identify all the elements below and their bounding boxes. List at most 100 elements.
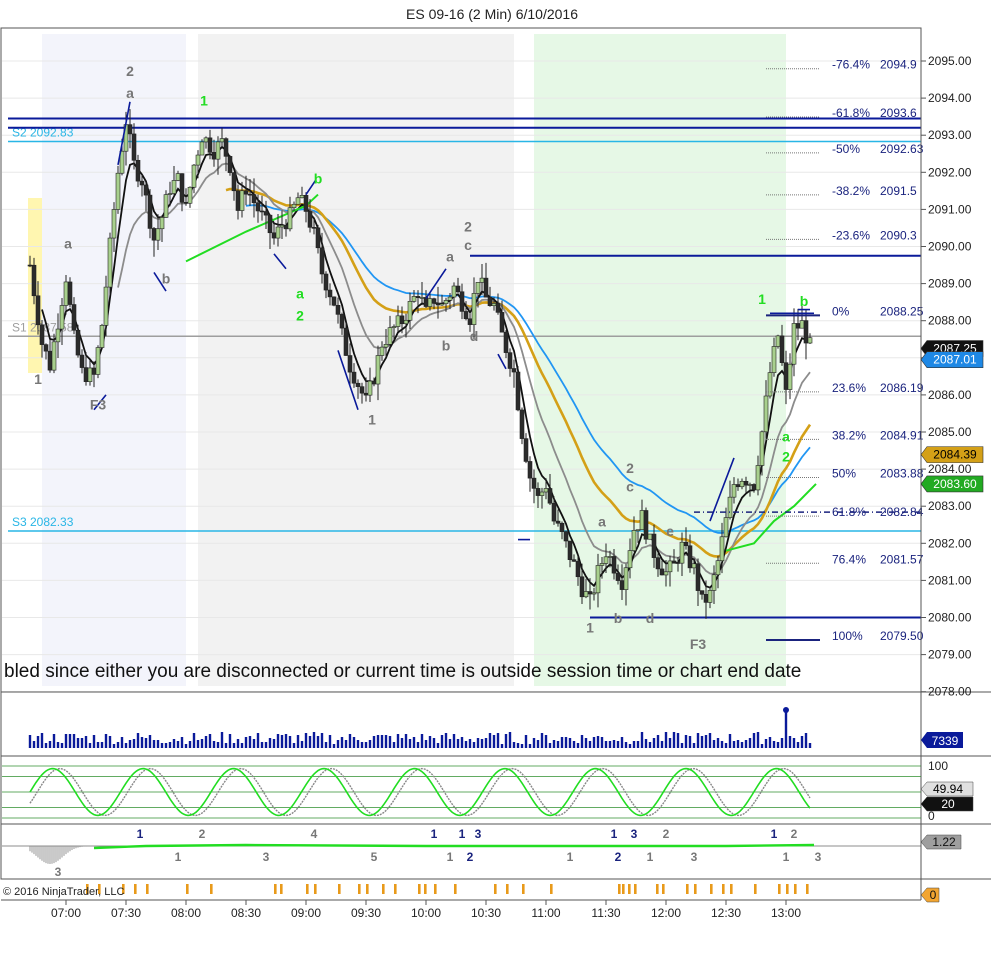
strip-marker: [618, 884, 621, 894]
strip-badge-label: 0: [930, 888, 937, 902]
fib-value: 2094.9: [880, 58, 917, 72]
candle-down: [207, 137, 213, 153]
candle-up: [403, 319, 409, 325]
volume-bar: [652, 738, 656, 748]
volume-bar: [504, 734, 508, 748]
fib-pct: 23.6%: [832, 381, 866, 395]
volume-bar: [368, 740, 372, 748]
candle-up: [279, 224, 285, 228]
volume-bar: [236, 739, 240, 748]
candle-up: [219, 138, 225, 143]
strip-marker: [778, 884, 781, 894]
candle-down: [311, 227, 317, 229]
strip-marker: [186, 884, 189, 894]
candle-down: [655, 557, 661, 570]
volume-bar: [288, 736, 292, 748]
volume-bar: [380, 735, 384, 748]
price-badge-label: 2083.60: [933, 477, 977, 491]
volume-bar: [200, 739, 204, 748]
time-tick-label: 09:30: [351, 906, 381, 920]
strip-marker: [786, 884, 789, 894]
candle-down: [91, 367, 97, 375]
volume-bar: [164, 743, 168, 748]
price-tick-label: 2092.00: [928, 165, 972, 179]
candle-down: [255, 202, 261, 212]
candle-up: [419, 297, 425, 299]
volume-bar: [336, 740, 340, 748]
candle-up: [275, 226, 281, 239]
candle-down: [127, 124, 133, 135]
volume-bar: [160, 743, 164, 748]
strip-marker: [394, 884, 397, 894]
volume-bar: [476, 738, 480, 748]
ninjatrader-chart[interactable]: ES 09-16 (2 Min) 6/10/2016 S2 2092.83S3 …: [0, 0, 991, 954]
candle-down: [243, 190, 249, 195]
candle-up: [491, 303, 497, 306]
volume-bar: [744, 740, 748, 748]
volume-bar: [436, 743, 440, 748]
candle-up: [239, 190, 245, 211]
volume-bar: [552, 740, 556, 748]
candle-down: [247, 193, 253, 196]
volume-bar: [708, 733, 712, 748]
volume-bar: [156, 740, 160, 748]
fib-value: 2093.6: [880, 106, 917, 120]
candle-up: [215, 141, 221, 160]
candle-down: [227, 156, 233, 173]
volume-bar: [36, 736, 40, 748]
candle-down: [643, 510, 649, 540]
wave-label: a: [126, 85, 134, 101]
candle-up: [663, 571, 669, 576]
candle-up: [443, 300, 449, 305]
candle-up: [775, 335, 781, 347]
candle-down: [67, 281, 73, 305]
candle-up: [103, 286, 109, 326]
volume-bar: [768, 737, 772, 748]
volume-bar: [500, 744, 504, 748]
volume-bar: [696, 733, 700, 748]
candle-down: [615, 572, 621, 581]
stoch-tick: 100: [928, 759, 948, 773]
candle-up: [759, 431, 765, 466]
volume-bar: [716, 738, 720, 748]
volume-bar: [740, 742, 744, 748]
candle-down: [83, 367, 89, 382]
volume-bar: [372, 736, 376, 748]
volume-bar: [228, 734, 232, 748]
osc-label: 4: [311, 827, 318, 841]
volume-bar: [748, 738, 752, 748]
price-tick-label: 2090.00: [928, 240, 972, 254]
volume-bar: [452, 734, 456, 748]
wave-label: d: [470, 328, 479, 344]
candle-up: [583, 591, 589, 598]
time-tick-label: 07:30: [111, 906, 141, 920]
volume-bar: [396, 734, 400, 748]
osc-label: 3: [475, 827, 482, 841]
wave-label: 1: [200, 93, 208, 109]
volume-bar: [260, 742, 264, 748]
candle-down: [147, 194, 153, 229]
candle-down: [351, 371, 357, 384]
candle-down: [783, 362, 789, 390]
time-tick-label: 12:30: [711, 906, 741, 920]
candle-down: [563, 531, 569, 542]
fib-pct: -38.2%: [832, 184, 870, 198]
volume-bar: [712, 740, 716, 748]
candle-down: [499, 312, 505, 333]
volume-bar: [272, 739, 276, 748]
volume-bar: [644, 739, 648, 748]
volume-bar: [728, 734, 732, 748]
wave-label: 1: [586, 619, 594, 635]
candle-down: [43, 344, 49, 352]
candle-down: [223, 138, 229, 157]
stoch-badge-label: 20: [941, 797, 955, 811]
wave-label: e: [666, 523, 674, 539]
wave-label: 2: [126, 63, 134, 79]
candle-up: [291, 203, 297, 209]
volume-bar: [704, 735, 708, 748]
volume-bar: [760, 744, 764, 748]
candle-down: [619, 580, 625, 590]
volume-bar: [192, 733, 196, 748]
candle-down: [795, 323, 801, 329]
candle-down: [527, 461, 533, 479]
